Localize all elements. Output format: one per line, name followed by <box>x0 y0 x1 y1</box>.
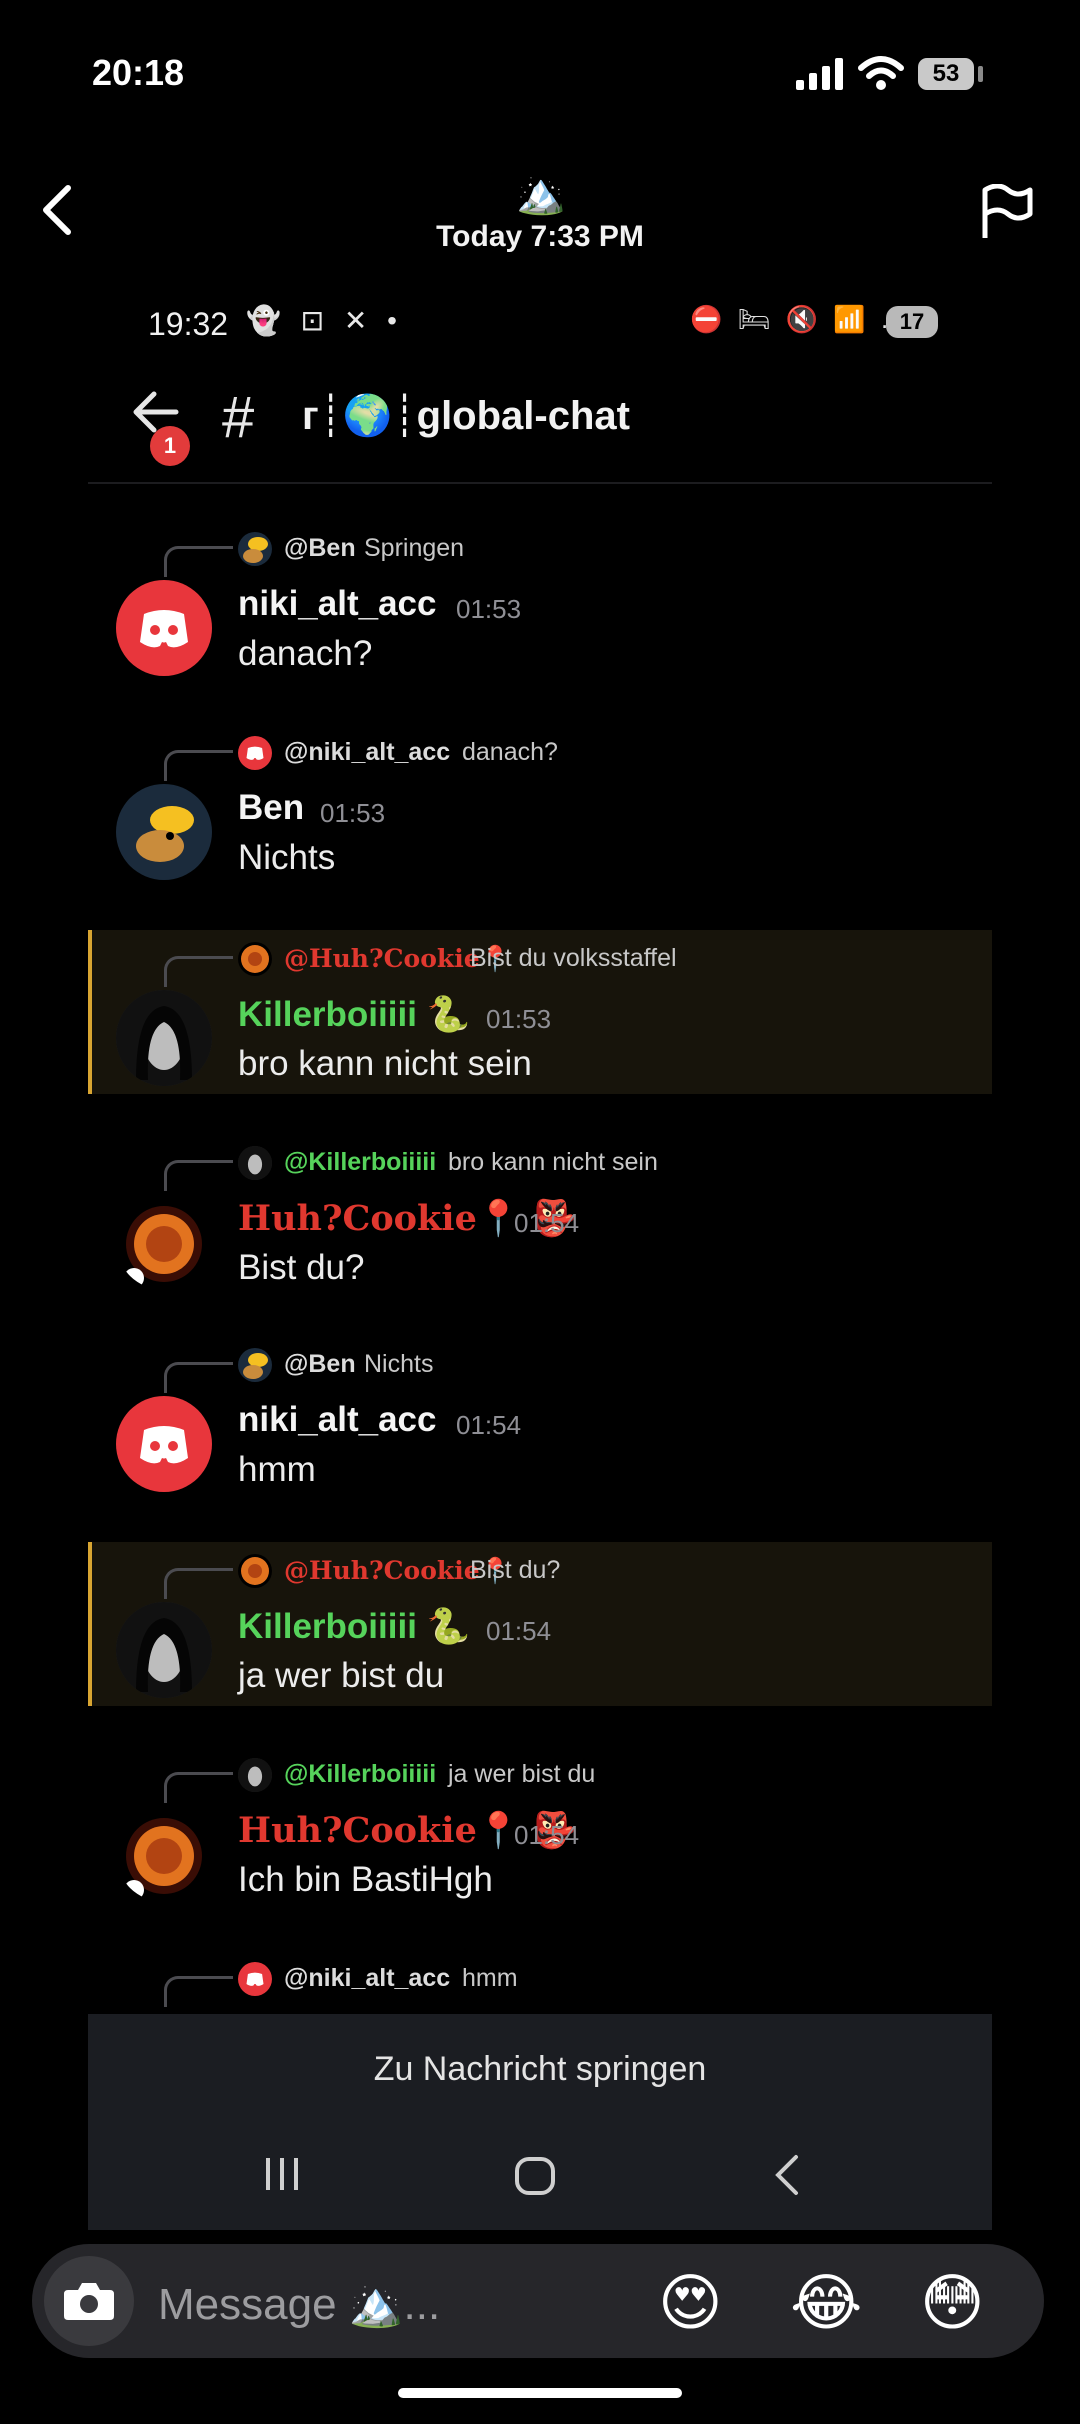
reply-connector <box>164 750 233 781</box>
reply-connector <box>164 956 233 987</box>
reply-avatar <box>238 1146 272 1180</box>
message-text: bro kann nicht sein <box>238 1044 532 1083</box>
reply-preview[interactable]: Nichts <box>364 1350 433 1379</box>
cellular-signal-icon <box>796 58 843 90</box>
duck-hat-icon <box>136 806 194 862</box>
message-time: 01:54 <box>486 1616 552 1646</box>
message-text: ja wer bist du <box>238 1656 445 1695</box>
avatar[interactable] <box>116 580 212 676</box>
wifi-icon <box>858 56 904 90</box>
battery-level: 53 <box>918 58 974 90</box>
discord-logo-icon <box>140 1426 188 1464</box>
chat-message-partial[interactable]: @niki_alt_acc hmm <box>88 1950 992 2014</box>
chat-message[interactable]: @Ben Springen niki_alt_acc 01:53 danach? <box>88 520 992 684</box>
message-text: Bist du? <box>238 1248 365 1287</box>
message-text: danach? <box>238 634 373 673</box>
tears-of-joy-reaction[interactable]: 😂 <box>790 2266 862 2339</box>
chat-message[interactable]: @Ben Nichts niki_alt_acc 01:54 hmm <box>88 1336 992 1500</box>
message-time: 01:53 <box>456 594 522 624</box>
cookie-emblem-icon <box>124 1818 202 1900</box>
message-input[interactable]: Message 🏔️... <box>158 2278 440 2330</box>
author-name[interactable]: Ben <box>238 788 304 828</box>
battery-tip <box>978 66 983 82</box>
chat-message[interactable]: @Killerboiiiii ja wer bist du Huh?Cookie… <box>88 1746 992 1910</box>
reply-preview[interactable]: Bist du? <box>470 1556 560 1585</box>
author-name[interactable]: niki_alt_acc <box>238 584 436 624</box>
reply-preview[interactable]: Springen <box>364 534 464 563</box>
reply-preview[interactable]: Bist du volksstaffel <box>470 944 677 973</box>
jump-to-message-button[interactable]: Zu Nachricht springen <box>88 2050 992 2089</box>
reply-connector <box>164 1976 233 2007</box>
unread-badge: 1 <box>150 426 190 466</box>
author-name[interactable]: Killerboiiiii 🐍 <box>238 994 470 1035</box>
reply-avatar <box>238 1554 272 1588</box>
reply-avatar <box>238 1348 272 1382</box>
message-time: 01:54 <box>456 1410 522 1440</box>
portrait-icon <box>116 1602 212 1698</box>
report-flag-icon[interactable] <box>980 184 1034 240</box>
reply-avatar <box>238 532 272 566</box>
portrait-icon <box>116 990 212 1086</box>
reply-connector <box>164 1772 233 1803</box>
reply-author[interactable]: @Killerboiiiii <box>284 1760 436 1789</box>
discord-logo-icon <box>140 610 188 648</box>
android-back-icon[interactable] <box>772 2154 802 2196</box>
reply-preview[interactable]: bro kann nicht sein <box>448 1148 658 1177</box>
reply-avatar <box>238 1758 272 1792</box>
channel-hash-icon: # <box>222 385 255 450</box>
inner-notification-icons: 👻 ⊡ ✕ • <box>246 305 403 336</box>
reply-avatar <box>238 942 272 976</box>
header-divider <box>88 482 992 484</box>
reply-preview[interactable]: ja wer bist du <box>448 1760 595 1789</box>
reply-author[interactable]: @niki_alt_acc <box>284 1964 450 1993</box>
recent-apps-icon[interactable] <box>262 2156 302 2192</box>
camera-icon <box>64 2283 114 2320</box>
cookie-emblem-icon <box>124 1206 202 1288</box>
home-icon[interactable] <box>514 2156 556 2196</box>
reply-preview[interactable]: danach? <box>462 738 558 767</box>
reply-avatar <box>238 1962 272 1996</box>
story-mountain-icon: 🏔️ <box>516 172 566 216</box>
reply-author[interactable]: @Ben <box>284 534 356 563</box>
message-time: 01:53 <box>486 1004 552 1034</box>
reply-avatar <box>238 736 272 770</box>
chat-message-highlighted[interactable]: @Huh?Cookie📍 Bist du? Killerboiiiii 🐍 01… <box>88 1542 992 1706</box>
author-name[interactable]: Killerboiiiii 🐍 <box>238 1606 470 1647</box>
flushed-reaction[interactable]: 😳 <box>920 2266 985 2339</box>
story-timestamp: Today 7:33 PM <box>436 220 644 253</box>
chat-message-highlighted[interactable]: @Huh?Cookie📍 Bist du volksstaffel Killer… <box>88 930 992 1094</box>
avatar[interactable] <box>116 784 212 880</box>
reply-author[interactable]: @Killerboiiiii <box>284 1148 436 1177</box>
avatar[interactable] <box>116 1396 212 1492</box>
heart-eyes-reaction[interactable]: 😍 <box>658 2266 723 2339</box>
chat-message[interactable]: @niki_alt_acc danach? Ben 01:53 Nichts <box>88 724 992 888</box>
message-time: 01:53 <box>320 798 386 828</box>
reply-connector <box>164 1160 233 1191</box>
reply-preview[interactable]: hmm <box>462 1964 518 1993</box>
jump-to-message-bar <box>88 2014 992 2230</box>
author-name[interactable]: niki_alt_acc <box>238 1400 436 1440</box>
status-time: 20:18 <box>92 52 185 93</box>
reply-author[interactable]: @Ben <box>284 1350 356 1379</box>
chat-message[interactable]: @Killerboiiiii bro kann nicht sein Huh?C… <box>88 1134 992 1298</box>
camera-button[interactable] <box>44 2256 134 2346</box>
channel-name[interactable]: ᴦ┊🌍┊global-chat <box>302 392 630 439</box>
reply-author[interactable]: @niki_alt_acc <box>284 738 450 767</box>
inner-status-time: 19:32 <box>148 306 229 342</box>
inner-battery-level: 17 <box>886 306 938 338</box>
avatar[interactable] <box>116 990 212 1086</box>
reply-connector <box>164 546 233 577</box>
inner-system-icons: ⛔ 🛏 🔇 📶 .ıl <box>690 304 914 334</box>
avatar[interactable] <box>116 1194 212 1290</box>
avatar[interactable] <box>116 1806 212 1902</box>
reply-connector <box>164 1362 233 1393</box>
message-text: Nichts <box>238 838 336 877</box>
message-text: hmm <box>238 1450 316 1489</box>
reply-connector <box>164 1568 233 1599</box>
message-text: Ich bin BastiHgh <box>238 1860 493 1899</box>
message-time: 01:54 <box>514 1820 580 1850</box>
avatar[interactable] <box>116 1602 212 1698</box>
message-time: 01:54 <box>514 1208 580 1238</box>
home-indicator[interactable] <box>398 2388 682 2398</box>
